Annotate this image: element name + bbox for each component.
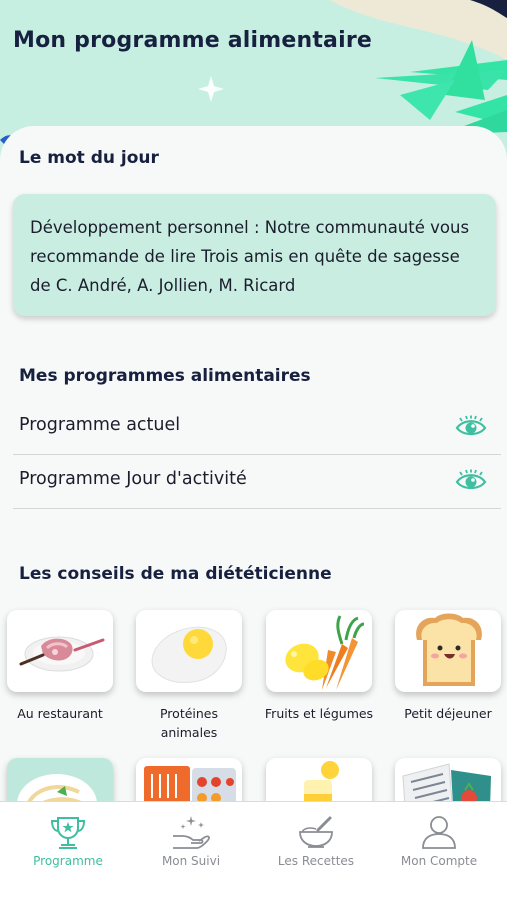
nav-label: Les Recettes xyxy=(277,854,355,868)
mortar-bowl-icon xyxy=(299,816,333,848)
nav-label: Mon Suivi xyxy=(161,854,221,868)
tile-label-line: animales xyxy=(160,725,218,740)
advice-heading: Les conseils de ma diététicienne xyxy=(19,564,332,584)
program-label: Programme Jour d'activité xyxy=(19,469,247,489)
tile-label: Au restaurant xyxy=(17,706,103,721)
nav-item-programme[interactable]: Programme xyxy=(5,802,131,900)
nav-item-les-recettes[interactable]: Les Recettes xyxy=(253,802,379,900)
tile-label: Fruits et légumes xyxy=(264,706,374,721)
tile-proteines-animales[interactable] xyxy=(136,610,242,692)
program-row-activite[interactable]: Programme Jour d'activité xyxy=(13,455,501,509)
tile-label: Protéines animales xyxy=(129,704,249,742)
word-of-day-line: de C. André, A. Jollien, M. Ricard xyxy=(30,276,296,295)
tile-au-restaurant[interactable] xyxy=(7,610,113,692)
nav-item-mon-compte[interactable]: Mon Compte xyxy=(376,802,502,900)
programs-heading: Mes programmes alimentaires xyxy=(19,366,311,386)
toast-icon xyxy=(416,613,482,686)
user-icon xyxy=(422,816,456,849)
word-of-day-line: recommande de lire Trois amis en quête d… xyxy=(30,247,460,266)
eye-icon[interactable] xyxy=(455,415,487,439)
nav-label: Mon Compte xyxy=(400,854,478,868)
word-of-day-card[interactable]: Développement personnel : Notre communau… xyxy=(13,194,496,316)
page-title: Mon programme alimentaire xyxy=(13,28,373,53)
program-row-actuel[interactable]: Programme actuel xyxy=(13,401,501,455)
nav-label: Programme xyxy=(33,854,103,868)
hand-sparkle-icon xyxy=(173,816,210,849)
fried-egg-icon xyxy=(151,626,227,683)
bottom-nav: Programme Mon Suivi Les Recettes Mon Com… xyxy=(0,801,507,900)
program-label: Programme actuel xyxy=(19,415,181,435)
trophy-icon xyxy=(50,817,86,849)
lemon-carrot-icon xyxy=(285,615,365,690)
eye-icon[interactable] xyxy=(455,469,487,493)
tile-petit-dejeuner[interactable] xyxy=(395,610,501,692)
tile-label: Petit déjeuner xyxy=(404,706,492,721)
nav-item-mon-suivi[interactable]: Mon Suivi xyxy=(128,802,254,900)
word-of-day-heading: Le mot du jour xyxy=(19,148,159,168)
word-of-day-line: Développement personnel : Notre communau… xyxy=(30,218,470,237)
tile-label-line: Protéines xyxy=(159,706,219,721)
tile-fruits-legumes[interactable] xyxy=(266,610,372,692)
ham-plate-icon xyxy=(19,636,105,672)
